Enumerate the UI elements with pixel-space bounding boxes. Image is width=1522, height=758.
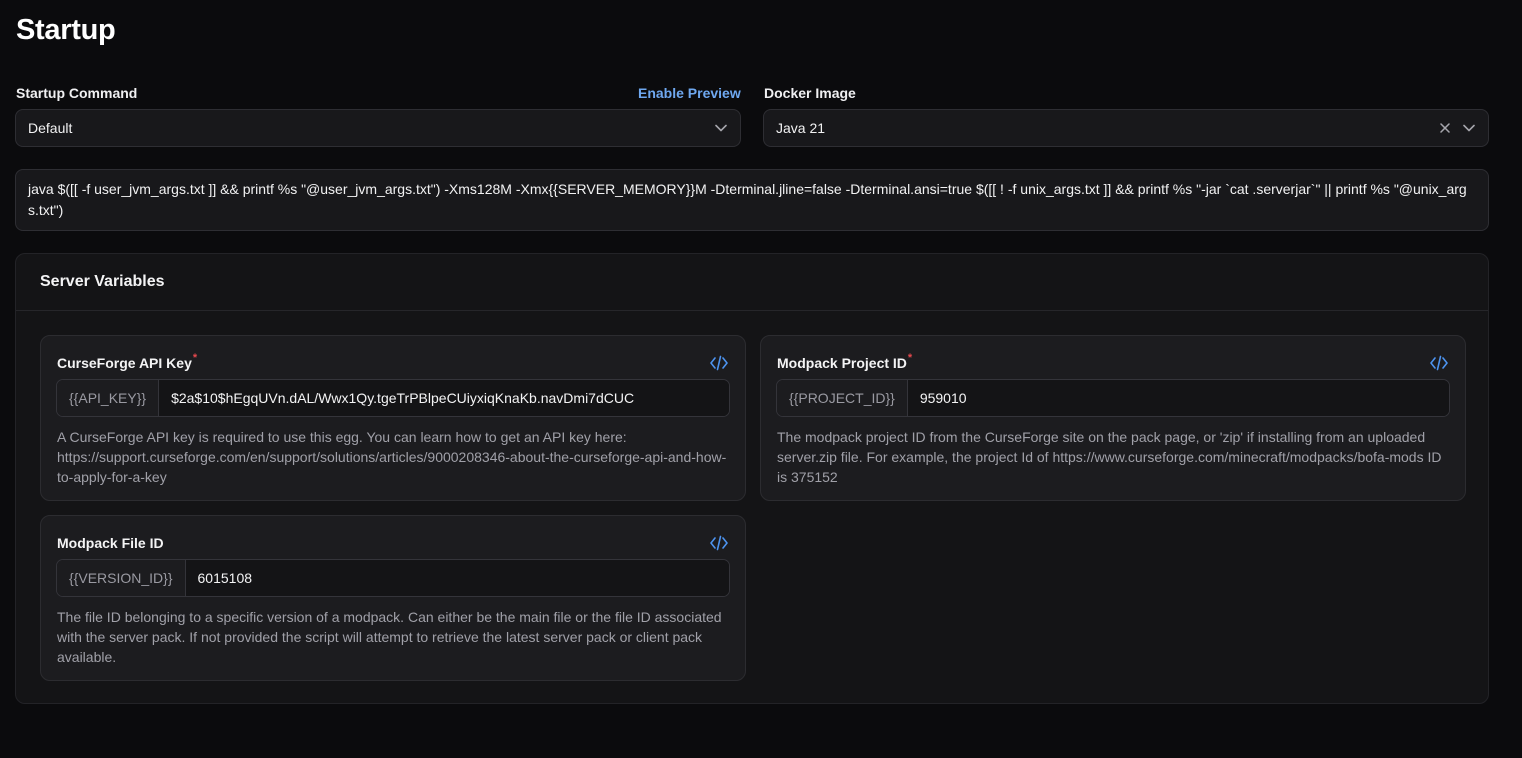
startup-command-value: Default [28, 120, 73, 136]
startup-page: Startup Startup Command Enable Preview D… [0, 0, 1522, 758]
variable-card-project-id: Modpack Project ID* {{PROJECT_ID}} 95901… [760, 335, 1466, 501]
variable-title: Modpack File ID [57, 535, 165, 551]
variable-description: A CurseForge API key is required to use … [57, 429, 727, 485]
server-variables-panel: Server Variables CurseForge API Key* {{A… [15, 253, 1489, 704]
docker-image-label: Docker Image [764, 85, 856, 101]
code-icon[interactable] [1429, 353, 1449, 373]
startup-command-select[interactable]: Default [15, 109, 741, 147]
variable-description: The modpack project ID from the CurseFor… [777, 429, 1442, 485]
enable-preview-link[interactable]: Enable Preview [638, 85, 741, 101]
file-id-input[interactable]: 6015108 [185, 560, 729, 596]
env-variable-addon: {{VERSION_ID}} [57, 560, 186, 596]
variable-description: The file ID belonging to a specific vers… [57, 609, 722, 665]
variable-title-text: CurseForge API Key [57, 355, 192, 371]
docker-image-value: Java 21 [776, 120, 826, 136]
startup-command-text: java $([[ -f user_jvm_args.txt ]] && pri… [15, 169, 1489, 231]
env-variable-addon: {{API_KEY}} [57, 380, 160, 416]
env-variable-addon: {{PROJECT_ID}} [777, 380, 908, 416]
variable-title-text: Modpack Project ID [777, 355, 907, 371]
close-icon[interactable] [1438, 121, 1452, 135]
code-icon[interactable] [709, 533, 729, 553]
docker-image-select[interactable]: Java 21 [763, 109, 1489, 147]
required-mark: * [192, 352, 198, 364]
required-mark: * [907, 352, 913, 364]
code-icon[interactable] [709, 353, 729, 373]
variable-title: Modpack Project ID* [777, 352, 913, 371]
page-title: Startup [16, 14, 116, 46]
variable-card-file-id: Modpack File ID {{VERSION_ID}} 6015108 T… [40, 515, 746, 681]
project-id-input-group: {{PROJECT_ID}} 959010 [776, 379, 1450, 417]
project-id-input[interactable]: 959010 [907, 380, 1449, 416]
file-id-input-group: {{VERSION_ID}} 6015108 [56, 559, 730, 597]
variable-card-api-key: CurseForge API Key* {{API_KEY}} $2a$10$h… [40, 335, 746, 501]
startup-command-label: Startup Command [16, 85, 138, 101]
chevron-down-icon [714, 121, 728, 135]
chevron-down-icon [1462, 121, 1476, 135]
variable-title: CurseForge API Key* [57, 352, 198, 371]
variable-title-text: Modpack File ID [57, 535, 164, 551]
server-variables-title: Server Variables [16, 254, 1488, 311]
api-key-input[interactable]: $2a$10$hEgqUVn.dAL/Wwx1Qy.tgeTrPBlpeCUiy… [159, 380, 729, 416]
api-key-input-group: {{API_KEY}} $2a$10$hEgqUVn.dAL/Wwx1Qy.tg… [56, 379, 730, 417]
